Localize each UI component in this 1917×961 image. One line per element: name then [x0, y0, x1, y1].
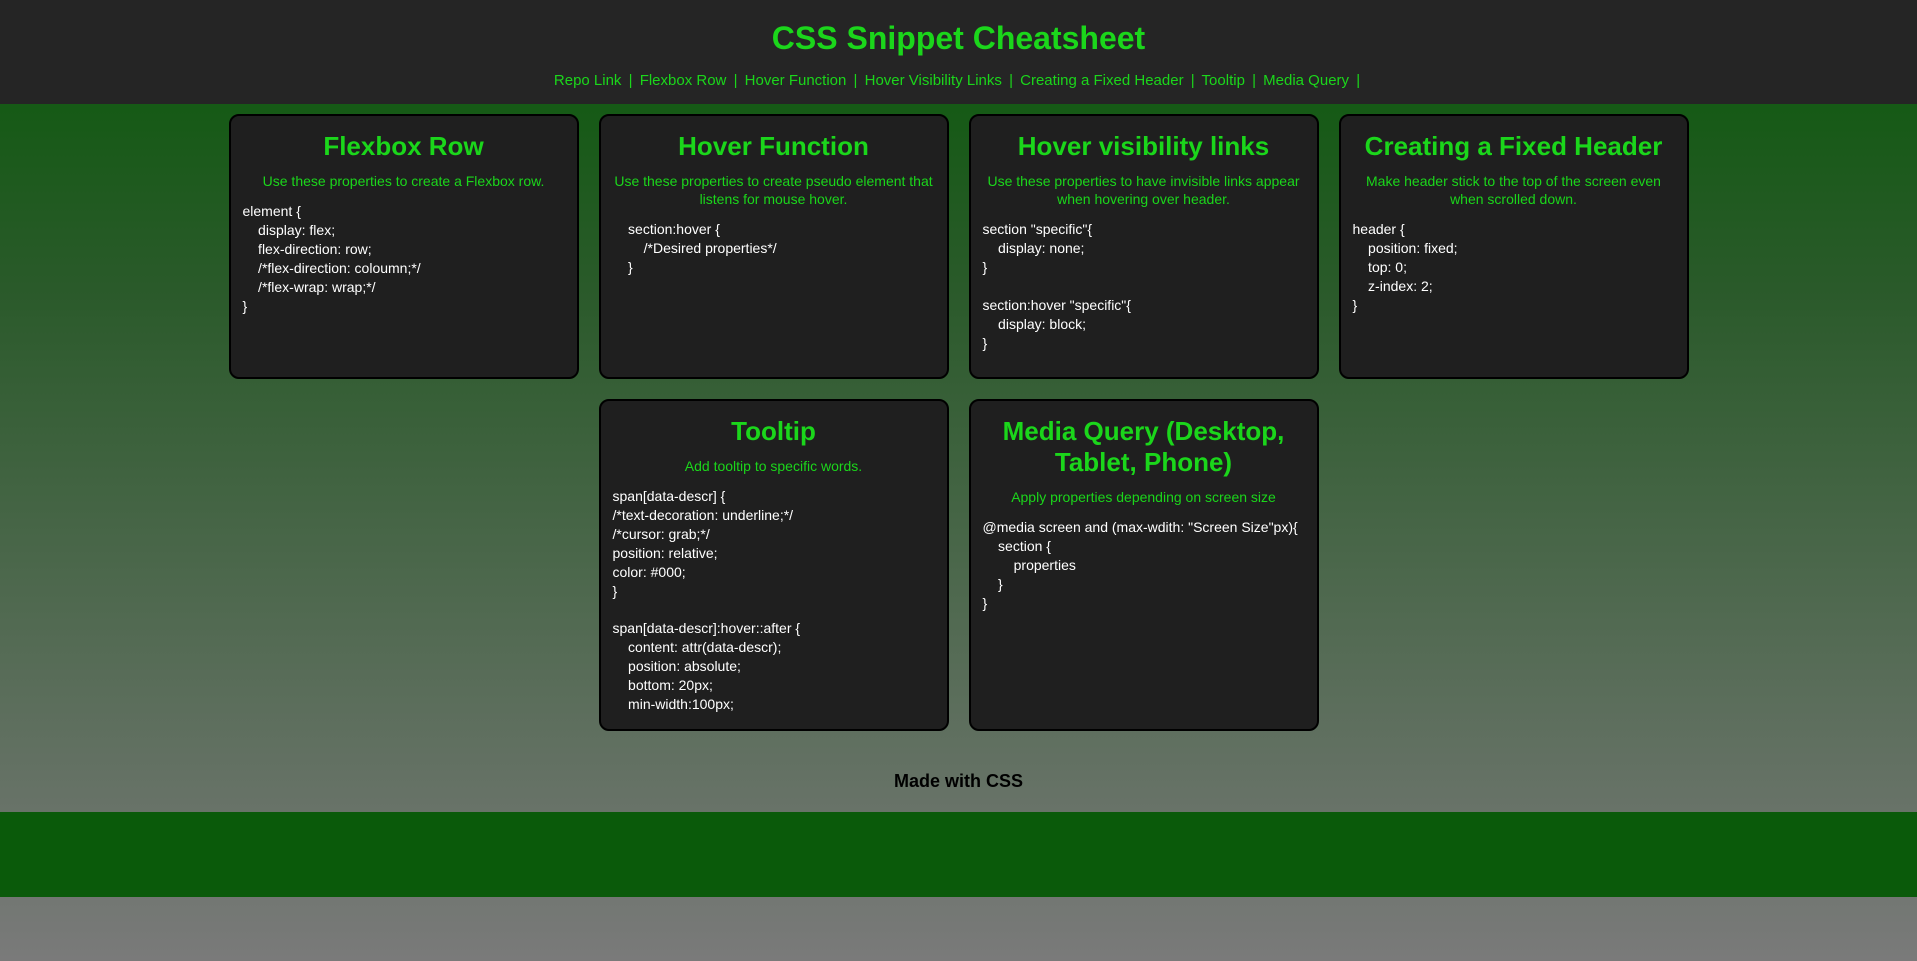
nav-link-flexbox-row[interactable]: Flexbox Row — [640, 72, 727, 89]
nav-separator: | — [734, 72, 738, 89]
footer-bar — [0, 812, 1917, 897]
nav-separator: | — [1191, 72, 1195, 89]
card-title: Media Query (Desktop, Tablet, Phone) — [983, 416, 1305, 478]
nav-separator: | — [629, 72, 633, 89]
card-hover-visibility: Hover visibility links Use these propert… — [969, 114, 1319, 379]
card-code: element { display: flex; flex-direction:… — [243, 202, 565, 315]
card-title: Flexbox Row — [243, 131, 565, 162]
nav-links-container: Repo Link | Flexbox Row | Hover Function… — [0, 72, 1917, 89]
nav-link-hover-function[interactable]: Hover Function — [745, 72, 847, 89]
nav-link-tooltip[interactable]: Tooltip — [1202, 72, 1245, 89]
nav-link-media-query[interactable]: Media Query — [1263, 72, 1349, 89]
card-subtitle: Apply properties depending on screen siz… — [983, 488, 1305, 506]
card-code: section:hover { /*Desired properties*/ } — [613, 220, 935, 277]
nav-link-hover-visibility[interactable]: Hover Visibility Links — [865, 72, 1002, 89]
card-flexbox-row: Flexbox Row Use these properties to crea… — [229, 114, 579, 379]
card-subtitle: Add tooltip to specific words. — [613, 457, 935, 475]
card-subtitle: Use these properties to have invisible l… — [983, 172, 1305, 208]
nav-link-repo[interactable]: Repo Link — [554, 72, 622, 89]
card-tooltip[interactable]: Tooltip Add tooltip to specific words. s… — [599, 399, 949, 731]
page-title: CSS Snippet Cheatsheet — [0, 20, 1917, 57]
card-code: header { position: fixed; top: 0; z-inde… — [1353, 220, 1675, 314]
nav-separator: | — [1252, 72, 1256, 89]
card-title: Hover visibility links — [983, 131, 1305, 162]
nav-separator: | — [854, 72, 858, 89]
card-code: section "specific"{ display: none; } sec… — [983, 220, 1305, 352]
card-media-query: Media Query (Desktop, Tablet, Phone) App… — [969, 399, 1319, 731]
card-title: Hover Function — [613, 131, 935, 162]
nav-separator: | — [1356, 72, 1360, 89]
card-title: Tooltip — [613, 416, 935, 447]
card-code: span[data-descr] { /*text-decoration: un… — [613, 487, 935, 714]
footer-text: Made with CSS — [0, 751, 1917, 812]
nav-separator: | — [1009, 72, 1013, 89]
card-fixed-header: Creating a Fixed Header Make header stic… — [1339, 114, 1689, 379]
card-title: Creating a Fixed Header — [1353, 131, 1675, 162]
nav-link-fixed-header[interactable]: Creating a Fixed Header — [1020, 72, 1183, 89]
card-code: @media screen and (max-wdith: "Screen Si… — [983, 518, 1305, 612]
card-hover-function: Hover Function Use these properties to c… — [599, 114, 949, 379]
card-subtitle: Use these properties to create a Flexbox… — [243, 172, 565, 190]
card-subtitle: Use these properties to create pseudo el… — [613, 172, 935, 208]
cards-container: Flexbox Row Use these properties to crea… — [0, 104, 1917, 751]
card-subtitle: Make header stick to the top of the scre… — [1353, 172, 1675, 208]
page-header: CSS Snippet Cheatsheet Repo Link | Flexb… — [0, 0, 1917, 104]
